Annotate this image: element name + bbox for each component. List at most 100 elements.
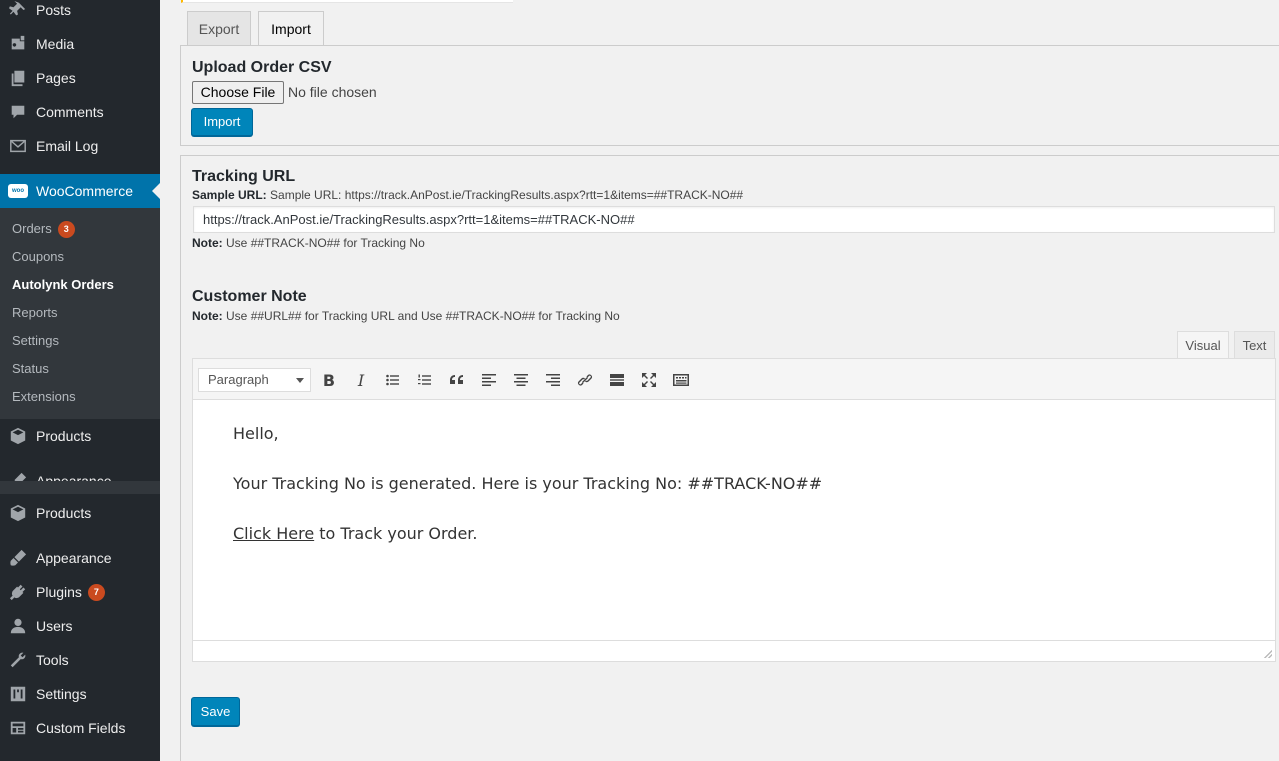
align-right-button[interactable]: [542, 369, 564, 391]
settings-icon: [0, 685, 36, 703]
bold-button[interactable]: B: [318, 369, 340, 391]
editor-tab-text[interactable]: Text: [1234, 331, 1275, 359]
tracking-note-label: Note:: [192, 236, 223, 250]
sidebar-item-label: Settings: [36, 686, 87, 702]
sidebar-item-label: WooCommerce: [36, 183, 133, 199]
format-select-value: Paragraph: [208, 372, 269, 387]
sidebar-item-comments[interactable]: Comments: [0, 95, 160, 129]
tab-export[interactable]: Export: [187, 11, 251, 46]
sidebar-item-appearance[interactable]: Appearance: [0, 541, 160, 575]
bullet-list-button[interactable]: [382, 369, 404, 391]
sidebar-item-custom-fields[interactable]: Custom Fields: [0, 711, 160, 745]
chevron-down-icon: [296, 378, 304, 383]
admin-notice-edge: [181, 0, 513, 3]
plugin-icon: [0, 583, 36, 601]
content-tracking-line: Your Tracking No is generated. Here is y…: [233, 474, 823, 493]
woocommerce-icon: woo: [0, 184, 36, 198]
products-icon: [0, 504, 36, 522]
submenu-item-status[interactable]: Status: [12, 359, 49, 379]
fullscreen-icon: [642, 373, 656, 387]
italic-icon: I: [357, 370, 365, 390]
customer-note-hint: Note: Use ##URL## for Tracking URL and U…: [192, 309, 620, 323]
sidebar-item-pages[interactable]: Pages: [0, 61, 160, 95]
sidebar-item-posts[interactable]: Posts: [0, 0, 160, 27]
submenu-item-coupons[interactable]: Coupons: [12, 247, 64, 267]
user-icon: [0, 617, 36, 635]
format-select[interactable]: Paragraph: [198, 368, 311, 392]
submenu-item-label: Extensions: [12, 389, 76, 404]
import-button[interactable]: Import: [191, 108, 253, 136]
editor-content[interactable]: Hello, Your Tracking No is generated. He…: [193, 401, 1275, 641]
sidebar-item-label: Products: [36, 428, 92, 444]
tracking-note-text: Use ##TRACK-NO## for Tracking No: [226, 236, 425, 250]
blockquote-button[interactable]: [446, 369, 468, 391]
sidebar-item-label: Tools: [36, 652, 69, 668]
editor-status-bar: [193, 640, 1275, 661]
sidebar-item-users[interactable]: Users: [0, 609, 160, 643]
sidebar-item-products-2[interactable]: Products: [0, 496, 160, 530]
sidebar-item-label: Products: [36, 505, 92, 521]
editor-tab-visual[interactable]: Visual: [1177, 331, 1229, 359]
submenu-item-reports[interactable]: Reports: [12, 303, 58, 323]
save-button[interactable]: Save: [191, 697, 240, 726]
submenu-item-settings[interactable]: Settings: [12, 331, 59, 351]
submenu-item-label: Status: [12, 361, 49, 376]
align-left-button[interactable]: [478, 369, 500, 391]
sidebar-item-email-log[interactable]: Email Log: [0, 129, 160, 163]
editor-toolbar: Paragraph B I: [193, 359, 1275, 400]
settings-panel: Tracking URL Sample URL: Sample URL: htt…: [180, 155, 1279, 761]
link-icon: [578, 374, 592, 386]
current-menu-arrow: [152, 183, 160, 199]
tracking-url-input[interactable]: https://track.AnPost.ie/TrackingResults.…: [193, 206, 1275, 233]
numbered-list-icon: [418, 374, 431, 385]
bullet-list-icon: [386, 374, 399, 386]
sidebar-item-tools[interactable]: Tools: [0, 643, 160, 677]
sidebar-item-settings[interactable]: Settings: [0, 677, 160, 711]
sidebar-item-label: Posts: [36, 2, 72, 18]
sidebar-item-label: Pages: [36, 70, 76, 86]
align-center-icon: [514, 374, 528, 386]
sample-url-value: Sample URL: https://track.AnPost.ie/Trac…: [270, 188, 744, 202]
align-right-icon: [546, 374, 560, 386]
submenu-item-label: Autolynk Orders: [12, 277, 114, 292]
submenu-item-orders[interactable]: Orders 3: [12, 219, 75, 239]
read-more-icon: [610, 374, 624, 386]
submenu-item-label: Reports: [12, 305, 58, 320]
file-status-text: No file chosen: [288, 84, 377, 100]
sidebar-item-plugins[interactable]: Plugins 7: [0, 575, 160, 609]
toolbar-toggle-button[interactable]: [670, 369, 692, 391]
insert-link-button[interactable]: [574, 369, 596, 391]
upload-title: Upload Order CSV: [192, 59, 332, 76]
sidebar-item-products[interactable]: Products: [0, 419, 160, 453]
customer-note-text: Use ##URL## for Tracking URL and Use ##T…: [226, 309, 620, 323]
sidebar-item-media[interactable]: Media: [0, 27, 160, 61]
sample-url-text: Sample URL: Sample URL: https://track.An…: [192, 188, 743, 202]
paintbrush-icon: [0, 549, 36, 567]
content-link-line: Click Here to Track your Order.: [233, 524, 478, 543]
sidebar-item-woocommerce[interactable]: woo WooCommerce: [0, 174, 160, 208]
align-center-button[interactable]: [510, 369, 532, 391]
submenu-item-extensions[interactable]: Extensions: [12, 387, 76, 407]
plugins-update-badge: 7: [87, 583, 105, 601]
submenu-item-autolynk-orders[interactable]: Autolynk Orders: [12, 275, 114, 295]
read-more-button[interactable]: [606, 369, 628, 391]
orders-count-badge: 3: [57, 220, 75, 238]
pages-icon: [0, 69, 36, 87]
submenu-item-label: Orders: [12, 221, 52, 236]
resize-handle-icon[interactable]: [1264, 650, 1272, 658]
tracking-url-title: Tracking URL: [192, 168, 296, 185]
quote-icon: [450, 375, 463, 384]
sample-url-label: Sample URL:: [192, 188, 267, 202]
tab-import[interactable]: Import: [258, 11, 324, 46]
align-left-icon: [482, 374, 496, 386]
numbered-list-button[interactable]: [414, 369, 436, 391]
comment-icon: [0, 103, 36, 121]
tracking-note: Note: Use ##TRACK-NO## for Tracking No: [192, 236, 425, 250]
fullscreen-button[interactable]: [638, 369, 660, 391]
products-icon: [0, 427, 36, 445]
choose-file-button[interactable]: Choose File: [192, 81, 284, 104]
media-icon: [0, 35, 36, 53]
woo-logo: woo: [8, 184, 28, 198]
click-here-link[interactable]: Click Here: [233, 524, 314, 543]
italic-button[interactable]: I: [350, 369, 372, 391]
